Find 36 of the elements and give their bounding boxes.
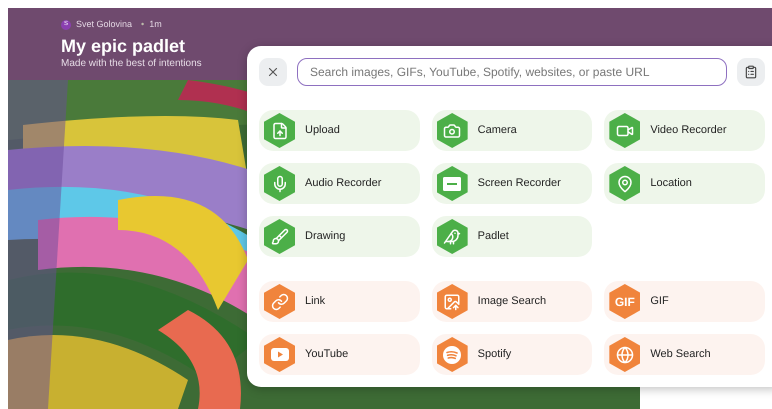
author-name: Svet Golovina (76, 18, 132, 31)
option-tile[interactable]: Link (259, 281, 420, 322)
option-tile[interactable]: Video Recorder (604, 110, 765, 151)
option-tile[interactable]: Upload (259, 110, 420, 151)
file-upload-icon (270, 122, 288, 140)
option-tile[interactable]: Padlet (432, 216, 592, 257)
play-button-icon (270, 348, 288, 361)
search-field[interactable]: Search images, GIFs, YouTube, Spotify, websites, or paste URL (297, 58, 727, 86)
globe-icon (616, 346, 634, 364)
post-time: 1m (149, 18, 162, 31)
brush-icon (270, 228, 288, 246)
link-icon (270, 292, 288, 310)
gif-icon: GIF (614, 296, 635, 308)
option-tile[interactable]: Spotify (432, 334, 592, 375)
clipboard-button[interactable] (737, 58, 765, 86)
option-tile[interactable]: Image Search (432, 281, 592, 322)
option-tile[interactable]: Camera (432, 110, 592, 151)
screen-icon (443, 176, 462, 190)
option-tile[interactable]: Audio Recorder (259, 163, 420, 204)
padlet-title: My epic padlet (61, 34, 186, 56)
padlet-subtitle: Made with the best of intentions (61, 56, 203, 70)
option-tile[interactable]: Drawing (259, 216, 420, 257)
clipboard-icon (744, 65, 758, 79)
option-tile[interactable]: YouTube (259, 334, 420, 375)
bird-icon (443, 228, 462, 246)
close-button[interactable] (259, 58, 287, 86)
map-pin-icon (616, 174, 634, 192)
close-icon (266, 65, 280, 79)
separator-dot: • (141, 18, 144, 31)
option-tile[interactable]: GIF GIF (604, 281, 765, 322)
image-icon (443, 292, 462, 310)
option-tile[interactable]: Web Search (604, 334, 765, 375)
camera-icon (443, 122, 462, 140)
option-tile[interactable]: Screen Recorder (432, 163, 592, 204)
option-tile[interactable]: Location (604, 163, 765, 204)
sound-waves-icon (443, 346, 462, 364)
